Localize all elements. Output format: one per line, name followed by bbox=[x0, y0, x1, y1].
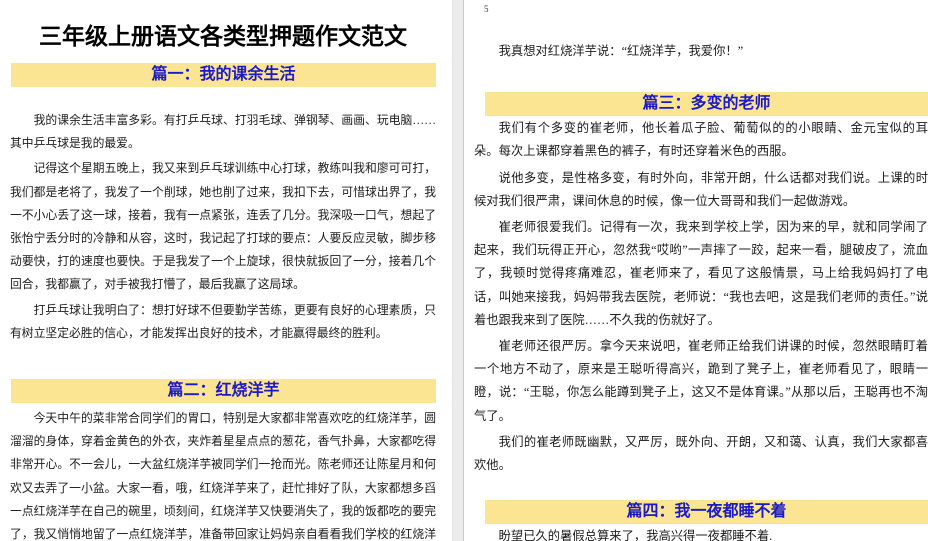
essay-paragraph: 打乒乓球让我明白了：想打好球不但要勤学苦练，更要有良好的心理素质，只有树立坚定必… bbox=[10, 302, 436, 340]
essay-1-body: 我的课余生活丰富多彩。有打乒乓球、打羽毛球、弹钢琴、画画、玩电脑……其中乒乓球是… bbox=[10, 109, 436, 345]
essay-paragraph: 崔老师很爱我们。记得有一次，我来到学校上学，因为来的早，就和同学闹了起来，我们玩… bbox=[474, 220, 928, 327]
document-page-right: 5 我真想对红烧洋芋说：“红烧洋芋，我爱你！” 篇三：多变的老师 我们有个多变的… bbox=[464, 0, 928, 541]
document-title: 三年级上册语文各类型押题作文范文 bbox=[39, 23, 407, 49]
essay-paragraph: 我们的崔老师既幽默，又严厉，既外向、开朗，又和蔼、认真，我们大家都喜欢他。 bbox=[474, 434, 928, 473]
essay-paragraph: 盼望已久的暑假总算来了，我高兴得一夜都睡不着. bbox=[498, 529, 773, 541]
essay-heading-3: 篇三：多变的老师 bbox=[485, 92, 928, 117]
document-page-left: 三年级上册语文各类型押题作文范文 篇一：我的课余生活 我的课余生活丰富多彩。有打… bbox=[0, 0, 452, 541]
essay-paragraph: 说他多变，是性格多变，有时外向，非常开朗，什么话都对我们说。上课的时候对我们很严… bbox=[474, 170, 928, 208]
essay-heading-2: 篇二：红烧洋芋 bbox=[11, 379, 436, 404]
essay-2-continuation: 我真想对红烧洋芋说：“红烧洋芋，我爱你！” bbox=[474, 40, 928, 63]
page-divider bbox=[452, 0, 464, 541]
essay-paragraph: 我的课余生活丰富多彩。有打乒乓球、打羽毛球、弹钢琴、画画、玩电脑……其中乒乓球是… bbox=[10, 113, 436, 151]
stray-character-fragment: 5 bbox=[484, 4, 489, 14]
essay-paragraph: 今天中午的菜非常合同学们的胃口，特别是大家都非常喜欢吃的红烧洋芋，圆溜溜的身体，… bbox=[10, 411, 436, 541]
essay-paragraph: 我们有个多变的崔老师，他长着瓜子脸、葡萄似的的小眼睛、金元宝似的耳朵。每次上课都… bbox=[474, 121, 928, 159]
essay-paragraph: 记得这个星期五晚上，我又来到乒乓球训练中心打球，教练叫我和廖可可打，我们都是老将… bbox=[10, 161, 436, 292]
essay-heading-1: 篇一：我的课余生活 bbox=[11, 63, 436, 87]
essay-heading-4: 篇四：我一夜都睡不着 bbox=[485, 500, 928, 525]
essay-paragraph: 崔老师还很严厉。拿今天来说吧，崔老师正给我们讲课的时候，忽然眼睛盯着一个地方不动… bbox=[474, 339, 928, 423]
essay-4-body: 盼望已久的暑假总算来了，我高兴得一夜都睡不着. 这是个不平常的假期，妈妈要带我去… bbox=[474, 525, 928, 541]
essay-3-body: 我们有个多变的崔老师，他长着瓜子脸、葡萄似的的小眼睛、金元宝似的耳朵。每次上课都… bbox=[474, 117, 928, 477]
essay-2-body: 今天中午的菜非常合同学们的胃口，特别是大家都非常喜欢吃的红烧洋芋，圆溜溜的身体，… bbox=[10, 407, 436, 541]
essay-paragraph: 我真想对红烧洋芋说：“红烧洋芋，我爱你！” bbox=[498, 44, 744, 58]
